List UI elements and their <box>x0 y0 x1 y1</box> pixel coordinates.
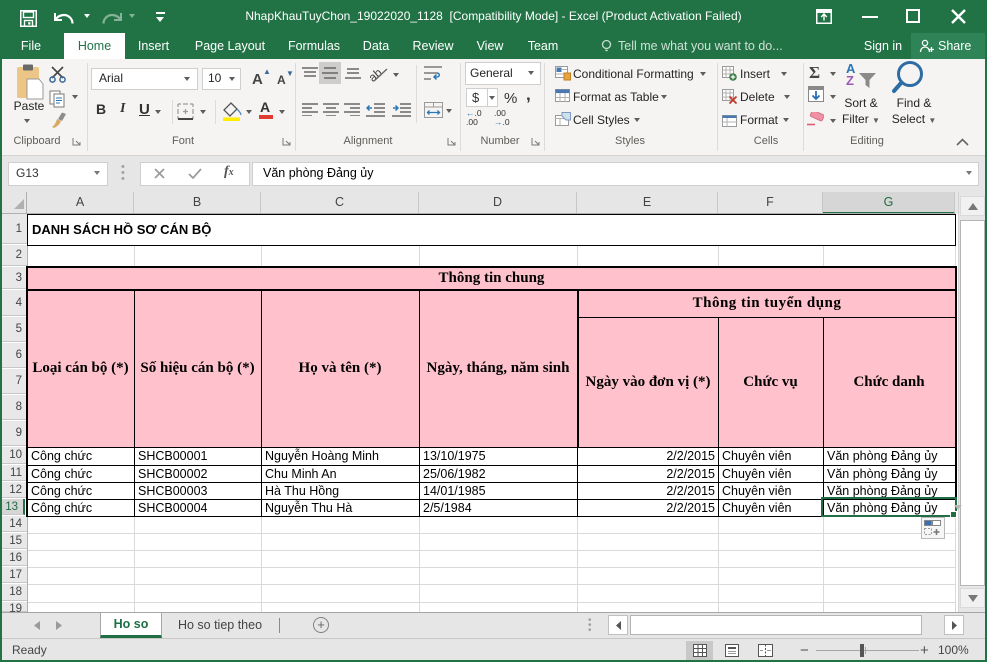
svg-text:ab: ab <box>370 65 385 83</box>
